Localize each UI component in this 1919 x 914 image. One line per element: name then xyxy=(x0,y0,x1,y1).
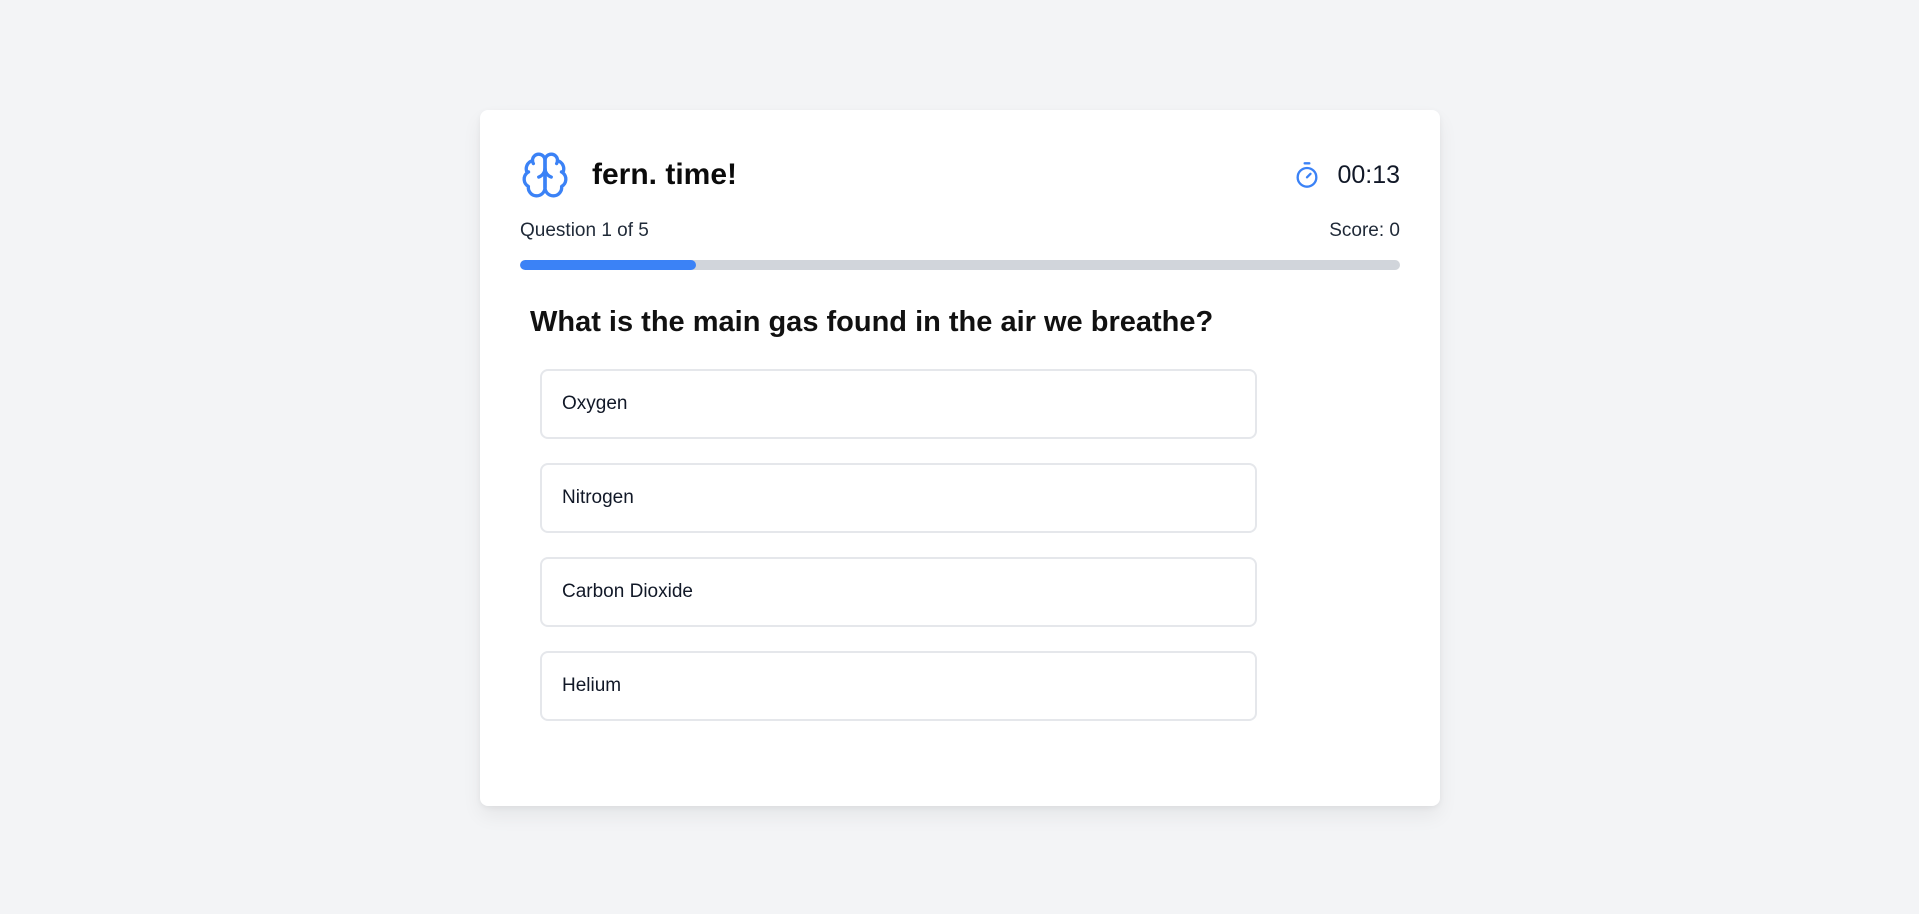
brain-icon xyxy=(520,150,570,200)
quiz-header: fern. time! 00:13 xyxy=(520,150,1400,200)
stopwatch-icon xyxy=(1293,161,1321,189)
answer-option-label: Nitrogen xyxy=(562,487,634,508)
app-title: fern. time! xyxy=(592,158,738,191)
answer-option-label: Oxygen xyxy=(562,393,628,414)
answer-option[interactable]: Carbon Dioxide xyxy=(540,557,1257,627)
question-text: What is the main gas found in the air we… xyxy=(530,306,1214,338)
timer-value: 00:13 xyxy=(1337,160,1400,189)
answer-option-label: Carbon Dioxide xyxy=(562,581,693,602)
progress-fill xyxy=(520,260,696,270)
answer-option[interactable]: Helium xyxy=(540,651,1257,721)
quiz-meta: Question 1 of 5 Score: 0 xyxy=(520,220,1400,242)
brand: fern. time! xyxy=(520,150,737,200)
answer-option-label: Helium xyxy=(562,675,622,696)
answer-option[interactable]: Oxygen xyxy=(540,369,1257,439)
progress-bar xyxy=(520,260,1400,270)
quiz-card: fern. time! 00:13 Question 1 of 5 Score:… xyxy=(480,110,1440,806)
answer-options: Oxygen Nitrogen Carbon Dioxide Helium xyxy=(540,369,1257,721)
answer-option[interactable]: Nitrogen xyxy=(540,463,1257,533)
timer: 00:13 xyxy=(1293,161,1400,190)
score-label: Score: 0 xyxy=(1329,220,1400,241)
question-counter: Question 1 of 5 xyxy=(520,220,649,241)
